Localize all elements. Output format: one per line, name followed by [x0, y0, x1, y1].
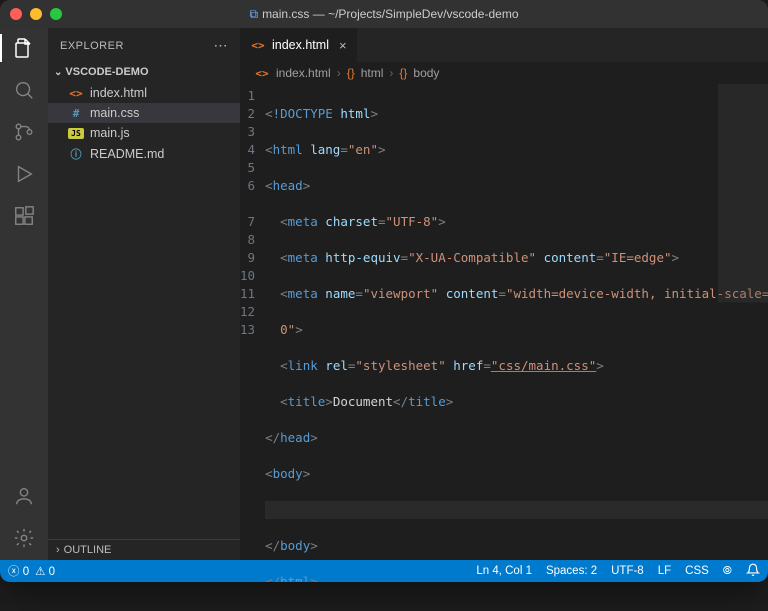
crumb[interactable]: index.html	[276, 66, 331, 80]
js-file-icon: JS	[68, 128, 84, 139]
chevron-right-icon: ›	[56, 544, 60, 556]
file-label: index.html	[90, 86, 147, 100]
source-control-icon[interactable]	[12, 120, 36, 144]
brackets-icon: {}	[399, 66, 407, 80]
file-item-main-css[interactable]: # main.css	[48, 103, 240, 123]
explorer-icon[interactable]	[12, 36, 36, 60]
app-window: ⧉main.css — ~/Projects/SimpleDev/vscode-…	[0, 0, 768, 582]
folder-name: VSCODE-DEMO	[65, 66, 148, 78]
file-item-index-html[interactable]: <> index.html	[48, 83, 240, 103]
tab-label: index.html	[272, 38, 329, 52]
tab-bar-top: <> index.html ×	[240, 28, 768, 62]
editor-area: <> index.html × <> index.html› {} html› …	[240, 28, 768, 560]
explorer-title: EXPLORER	[60, 40, 124, 52]
file-label: main.js	[90, 126, 130, 140]
css-file-icon: #	[68, 107, 84, 120]
search-icon[interactable]	[12, 78, 36, 102]
tab-index-html[interactable]: <> index.html ×	[240, 28, 358, 62]
html-file-icon: <>	[68, 87, 84, 100]
run-debug-icon[interactable]	[12, 162, 36, 186]
status-errors[interactable]: ⓧ 0	[8, 563, 29, 579]
close-tab-icon[interactable]: ×	[339, 38, 347, 53]
minimap[interactable]	[718, 84, 768, 582]
code-content[interactable]: <!DOCTYPE html> <html lang="en"> <head> …	[265, 84, 768, 582]
outline-section[interactable]: › OUTLINE	[48, 539, 240, 560]
explorer-sidebar: EXPLORER ⋯ ⌄ VSCODE-DEMO <> index.html # m…	[48, 28, 240, 560]
extensions-icon[interactable]	[12, 204, 36, 228]
chevron-down-icon: ⌄	[54, 67, 62, 78]
status-warnings[interactable]: ⚠ 0	[35, 564, 55, 578]
html-file-icon: <>	[250, 39, 266, 52]
info-file-icon: ⓘ	[68, 146, 84, 162]
explorer-more-icon[interactable]: ⋯	[214, 37, 229, 54]
crumb[interactable]: body	[413, 66, 439, 80]
file-label: README.md	[90, 147, 164, 161]
account-icon[interactable]	[12, 484, 36, 508]
brackets-icon: {}	[347, 66, 355, 80]
file-item-main-js[interactable]: JS main.js	[48, 123, 240, 143]
titlebar: ⧉main.css — ~/Projects/SimpleDev/vscode-…	[0, 0, 768, 28]
folder-header[interactable]: ⌄ VSCODE-DEMO	[48, 63, 240, 81]
file-item-readme-md[interactable]: ⓘ README.md	[48, 143, 240, 165]
code-editor-top[interactable]: 12345678910111213 <!DOCTYPE html> <html …	[240, 84, 768, 582]
settings-gear-icon[interactable]	[12, 526, 36, 550]
editor-pane-top: <> index.html × <> index.html› {} html› …	[240, 28, 768, 582]
breadcrumbs-top[interactable]: <> index.html› {} html› {} body	[240, 62, 768, 84]
file-label: main.css	[90, 106, 139, 120]
activity-bar	[0, 28, 48, 560]
outline-label: OUTLINE	[64, 544, 112, 556]
file-tree: <> index.html # main.css JS main.js ⓘ README…	[48, 81, 240, 167]
crumb[interactable]: html	[361, 66, 384, 80]
window-title: ⧉main.css — ~/Projects/SimpleDev/vscode-…	[0, 7, 768, 22]
html-file-icon: <>	[254, 67, 270, 80]
line-gutter: 12345678910111213	[240, 84, 265, 582]
